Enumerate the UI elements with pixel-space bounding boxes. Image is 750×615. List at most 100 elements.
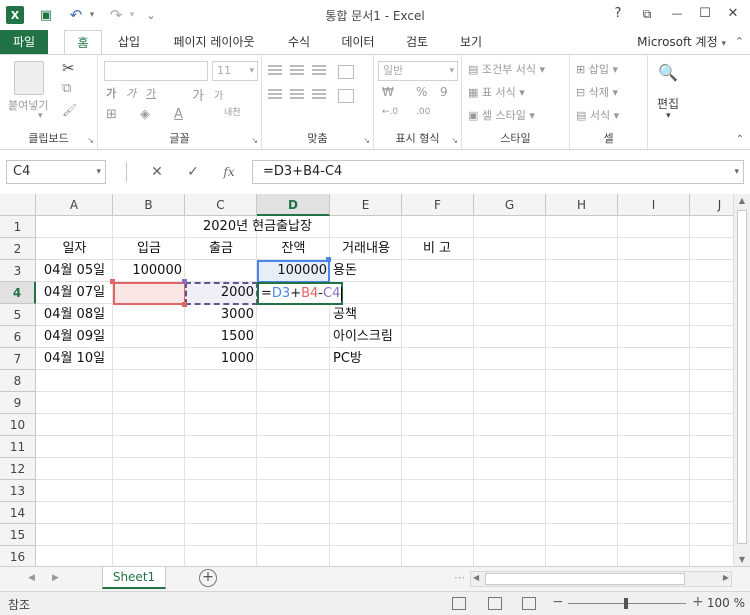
paste-dropdown-icon[interactable]: ▾ [38,111,43,121]
page-layout-view-icon[interactable] [488,597,502,610]
income-cell[interactable]: 100000 [113,260,185,282]
balance-cell[interactable] [257,348,330,370]
tab-view[interactable]: 보기 [450,30,492,54]
merge-center-icon[interactable] [338,89,354,103]
insert-function-icon[interactable]: fx [218,160,240,184]
header-income-cell[interactable]: 입금 [113,238,185,260]
copy-icon[interactable]: ⧉ [62,81,71,96]
scroll-up-icon[interactable]: ▲ [734,196,750,205]
vertical-scrollbar[interactable]: ▲ ▼ [733,194,750,566]
normal-view-icon[interactable] [452,597,466,610]
editing-group[interactable]: 🔍 편집 ▾ [648,55,692,149]
column-header-i[interactable]: I [618,194,690,216]
name-box-dropdown-icon[interactable]: ▾ [96,161,101,183]
row-header-12[interactable]: 12 [0,458,36,480]
delete-cells-button[interactable]: ⊟ 삭제 ▾ [576,84,618,100]
header-expense-cell[interactable]: 출금 [185,238,257,260]
scroll-right-icon[interactable]: ▶ [723,573,729,582]
scroll-down-icon[interactable]: ▼ [734,555,750,564]
horizontal-scroll-thumb[interactable] [485,573,685,585]
ref-handle-d3[interactable] [326,257,331,262]
expense-cell[interactable] [185,260,257,282]
row-header-14[interactable]: 14 [0,502,36,524]
collapse-ribbon-button[interactable]: ⌃ [736,134,744,145]
row-header-16[interactable]: 16 [0,546,36,566]
maximize-button[interactable]: ☐ [694,4,716,24]
row-header-3[interactable]: 3 [0,260,36,282]
row-header-10[interactable]: 10 [0,414,36,436]
column-header-g[interactable]: G [474,194,546,216]
tab-formulas[interactable]: 수식 [278,30,320,54]
column-header-h[interactable]: H [546,194,618,216]
expense-cell[interactable]: 2000 [185,282,257,304]
align-top-icon[interactable] [268,65,282,67]
font-size-box[interactable]: 11 ▾ [212,61,258,81]
wrap-text-icon[interactable] [338,65,354,79]
scroll-left-icon[interactable]: ◀ [473,573,479,582]
vertical-scroll-thumb[interactable] [737,210,747,544]
alignment-launcher-icon[interactable]: ↘ [363,136,370,145]
align-center-icon[interactable] [290,89,304,91]
collapse-ribbon-icon[interactable]: ⌃ [735,30,744,54]
income-cell[interactable] [113,326,185,348]
format-cells-button[interactable]: ▤ 서식 ▾ [576,107,619,123]
align-left-icon[interactable] [268,89,282,91]
income-cell[interactable] [113,348,185,370]
fill-color-icon[interactable]: ◈ [140,107,150,122]
tab-split-handle-icon[interactable]: ⋯ [454,571,465,584]
expense-cell[interactable]: 1500 [185,326,257,348]
balance-cell[interactable] [257,304,330,326]
column-header-b[interactable]: B [113,194,185,216]
font-name-box[interactable] [104,61,208,81]
tab-review[interactable]: 검토 [396,30,438,54]
percent-icon[interactable]: % [416,85,427,99]
tab-data[interactable]: 데이터 [332,30,384,54]
prev-sheet-icon[interactable]: ◀ [28,573,35,583]
conditional-formatting-button[interactable]: ▤ 조건부 서식 ▾ [468,61,545,77]
page-break-view-icon[interactable] [522,597,536,610]
insert-cells-button[interactable]: ⊞ 삽입 ▾ [576,61,618,77]
font-color-icon[interactable]: A [174,107,183,122]
row-header-11[interactable]: 11 [0,436,36,458]
add-sheet-button[interactable]: + [199,569,217,587]
column-header-e[interactable]: E [330,194,402,216]
number-launcher-icon[interactable]: ↘ [451,136,458,145]
balance-cell[interactable] [257,326,330,348]
italic-button[interactable]: 가 [126,85,136,101]
account-menu[interactable]: Microsoft 계정 ▾ [637,30,726,54]
clipboard-launcher-icon[interactable]: ↘ [87,136,94,145]
close-button[interactable]: ✕ [722,4,744,24]
expand-formula-bar-icon[interactable]: ▾ [734,161,739,183]
shrink-font-button[interactable]: 가 [214,87,223,102]
header-date-cell[interactable]: 일자 [36,238,113,260]
row-header-9[interactable]: 9 [0,392,36,414]
column-header-f[interactable]: F [402,194,474,216]
income-cell[interactable] [113,282,185,304]
tab-page-layout[interactable]: 페이지 레이아웃 [162,30,266,54]
tab-file[interactable]: 파일 [0,30,48,54]
description-cell[interactable]: 용돈 [330,260,402,282]
format-painter-icon[interactable]: 🖌 [62,103,77,117]
enter-icon[interactable]: ✓ [182,160,204,184]
bold-button[interactable]: 가 [106,85,116,101]
zoom-level[interactable]: 100 % [705,596,745,610]
align-right-icon[interactable] [312,89,326,91]
format-as-table-button[interactable]: ▦ 표 서식 ▾ [468,84,525,100]
balance-cell[interactable]: 100000 [257,260,330,282]
row-header-5[interactable]: 5 [0,304,36,326]
align-bottom-icon[interactable] [312,65,326,67]
zoom-slider-thumb[interactable] [624,598,628,609]
decrease-decimal-icon[interactable]: .00 [416,107,430,117]
date-cell[interactable]: 04월 05일 [36,260,113,282]
select-all-corner[interactable] [0,194,36,216]
ref-handle-b4-tl[interactable] [110,279,115,284]
sheet-title-cell[interactable]: 2020년 현금출납장 [113,216,402,238]
row-header-8[interactable]: 8 [0,370,36,392]
horizontal-scrollbar[interactable]: ◀ ▶ [470,571,732,587]
ref-handle-c4[interactable] [182,279,187,284]
cut-icon[interactable]: ✂ [62,59,75,77]
paste-icon[interactable] [14,61,44,95]
increase-decimal-icon[interactable]: ←.0 [382,107,398,117]
formula-input[interactable]: =D3+B4-C4 ▾ [252,160,744,184]
align-middle-icon[interactable] [290,65,304,67]
